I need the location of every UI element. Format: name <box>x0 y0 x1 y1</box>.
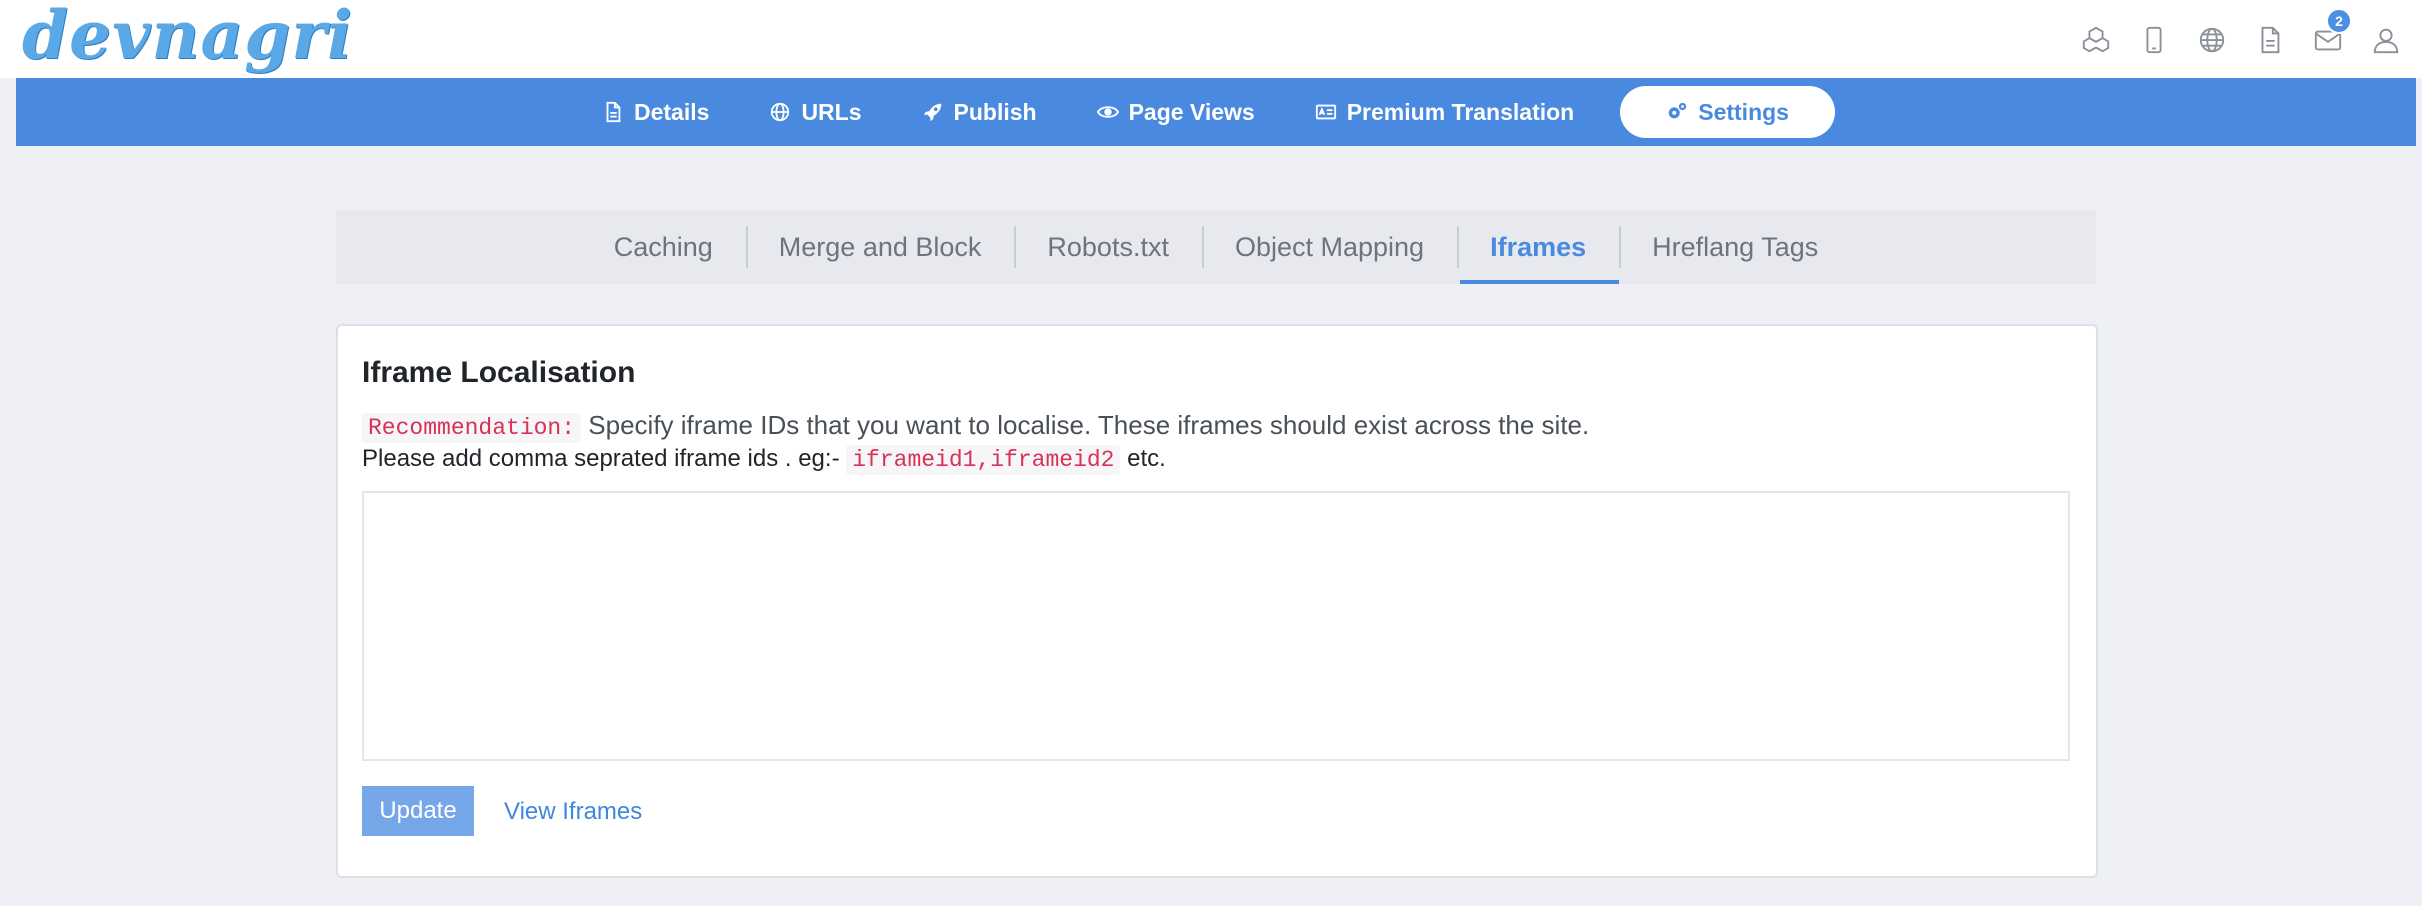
nav-details-label: Details <box>634 98 710 125</box>
view-iframes-link[interactable]: View Iframes <box>504 798 642 826</box>
user-icon[interactable] <box>2370 24 2402 56</box>
tab-merge-and-block[interactable]: Merge and Block <box>745 210 1015 284</box>
nav-premium-translation-label: Premium Translation <box>1346 98 1575 125</box>
nav-premium-translation[interactable]: Premium Translation <box>1285 86 1605 138</box>
file-icon <box>606 101 621 123</box>
hint-prefix: Please add comma seprated iframe ids . e… <box>362 445 840 472</box>
nav-publish-label: Publish <box>953 98 1037 125</box>
nav-page-views[interactable]: Page Views <box>1067 86 1285 138</box>
settings-subtabs: Caching Merge and Block Robots.txt Objec… <box>336 210 2096 284</box>
hint-suffix: etc. <box>1127 445 1166 472</box>
main-navbar: Details URLs Publish Page Views Premium … <box>16 78 2416 146</box>
rocket-icon <box>923 103 941 122</box>
update-button[interactable]: Update <box>362 786 474 836</box>
hint-line: Please add comma seprated iframe ids . e… <box>362 445 1166 475</box>
globe-icon <box>771 102 790 122</box>
cogs-icon <box>1668 102 1687 119</box>
mail-icon[interactable]: 2 <box>2312 8 2352 56</box>
nav-urls-label: URLs <box>801 98 862 125</box>
nav-publish[interactable]: Publish <box>892 86 1067 138</box>
nav-settings-label: Settings <box>1698 98 1789 125</box>
hint-code: iframeid1,iframeid2 <box>846 445 1121 475</box>
subtab-row: Caching Merge and Block Robots.txt Objec… <box>336 210 2096 284</box>
iframe-ids-textarea[interactable] <box>362 491 2070 761</box>
nav-details[interactable]: Details <box>572 86 739 138</box>
brand-logo[interactable]: devnagri <box>22 0 353 74</box>
nav-items: Details URLs Publish Page Views Premium … <box>572 86 1835 138</box>
id-card-icon <box>1315 104 1336 120</box>
nav-page-views-label: Page Views <box>1128 98 1255 125</box>
eye-icon <box>1096 106 1119 118</box>
notification-badge: 2 <box>2326 8 2352 34</box>
cubes-icon[interactable] <box>2080 24 2112 56</box>
tab-iframes[interactable]: Iframes <box>1457 210 1620 284</box>
top-header: devnagri 2 <box>0 0 2422 78</box>
recommendation-text: Specify iframe IDs that you want to loca… <box>588 410 1590 440</box>
tab-caching[interactable]: Caching <box>581 210 746 284</box>
globe-icon[interactable] <box>2196 24 2228 56</box>
iframe-localisation-card: Iframe Localisation Recommendation: Spec… <box>336 324 2098 878</box>
recommendation-label: Recommendation: <box>362 413 582 443</box>
recommendation-line: Recommendation: Specify iframe IDs that … <box>362 410 1590 443</box>
tab-robots-txt[interactable]: Robots.txt <box>1014 210 1202 284</box>
nav-settings[interactable]: Settings <box>1620 86 1835 138</box>
header-icon-group: 2 <box>2080 8 2402 60</box>
document-icon[interactable] <box>2254 24 2286 56</box>
nav-urls[interactable]: URLs <box>739 86 891 138</box>
card-title: Iframe Localisation <box>362 356 636 389</box>
tab-hreflang-tags[interactable]: Hreflang Tags <box>1619 210 1851 284</box>
tab-object-mapping[interactable]: Object Mapping <box>1201 210 1457 284</box>
mobile-icon[interactable] <box>2138 24 2170 56</box>
